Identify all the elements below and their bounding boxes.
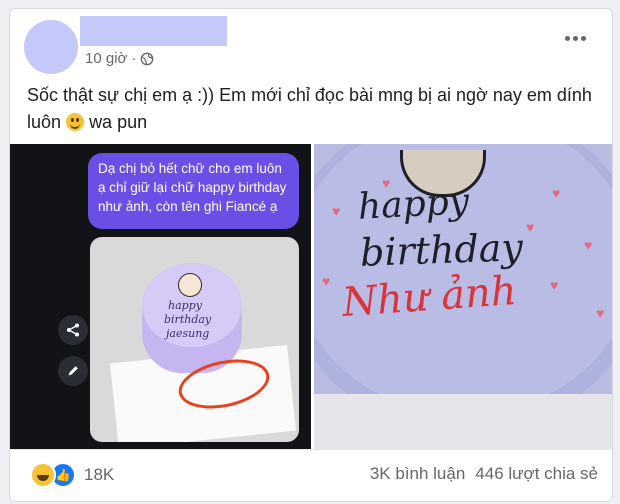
heart-decoration: ♥ bbox=[526, 219, 535, 235]
avatar[interactable] bbox=[24, 20, 78, 74]
post-meta: 10 giờ · bbox=[85, 50, 154, 67]
more-options-button[interactable] bbox=[565, 36, 586, 41]
globe-icon bbox=[141, 52, 154, 65]
heart-decoration: ♥ bbox=[552, 185, 561, 201]
comment-count[interactable]: 3K bình luận bbox=[370, 464, 465, 484]
share-icon-button[interactable] bbox=[58, 315, 88, 345]
haha-reaction-icon bbox=[30, 462, 56, 488]
post-text: Sốc thật sự chị em ạ :)) Em mới chỉ đọc … bbox=[27, 82, 597, 136]
share-icon bbox=[67, 323, 79, 337]
heart-decoration: ♥ bbox=[584, 237, 593, 253]
heart-decoration: ♥ bbox=[332, 203, 341, 219]
heart-decoration: ♥ bbox=[596, 305, 605, 321]
heart-decoration: ♥ bbox=[550, 277, 559, 293]
engagement-stats: 3K bình luận 446 lượt chia sẻ bbox=[370, 464, 598, 484]
cake-face-drawing bbox=[178, 273, 202, 297]
smile-emoji-icon bbox=[66, 113, 85, 131]
post-footer: 👍 18K 3K bình luận 446 lượt chia sẻ bbox=[10, 449, 612, 501]
pencil-icon bbox=[68, 366, 78, 376]
edit-icon-button[interactable] bbox=[58, 356, 88, 386]
share-count[interactable]: 446 lượt chia sẻ bbox=[475, 464, 598, 484]
product-photo: happy birthday jaesung bbox=[90, 237, 299, 442]
post-timestamp[interactable]: 10 giờ bbox=[85, 50, 127, 67]
cake-text-line: jaesung bbox=[166, 327, 210, 340]
reactions-summary[interactable]: 👍 18K bbox=[30, 462, 114, 488]
photo-right[interactable]: ♥ ♥ ♥ ♥ ♥ ♥ ♥ ♥ happy birthday Như ảnh bbox=[314, 144, 612, 449]
heart-decoration: ♥ bbox=[322, 273, 331, 289]
photo-left[interactable]: Dạ chị bỏ hết chữ cho em luôn ạ chỉ giữ … bbox=[10, 144, 311, 449]
chat-bubble: Dạ chị bỏ hết chữ cho em luôn ạ chỉ giữ … bbox=[88, 153, 299, 229]
cake-text-happy: happy bbox=[357, 181, 471, 228]
reaction-count: 18K bbox=[84, 465, 115, 484]
cake-text-line: happy bbox=[168, 299, 202, 312]
cake-base bbox=[314, 394, 612, 449]
cake-text-line: birthday bbox=[164, 313, 212, 326]
cake-text-birthday: birthday bbox=[359, 225, 524, 275]
post-body-tail: wa pun bbox=[89, 112, 148, 132]
author-name-redacted[interactable] bbox=[80, 16, 227, 46]
post-card: 10 giờ · Sốc thật sự chị em ạ :)) Em mới… bbox=[9, 8, 613, 502]
